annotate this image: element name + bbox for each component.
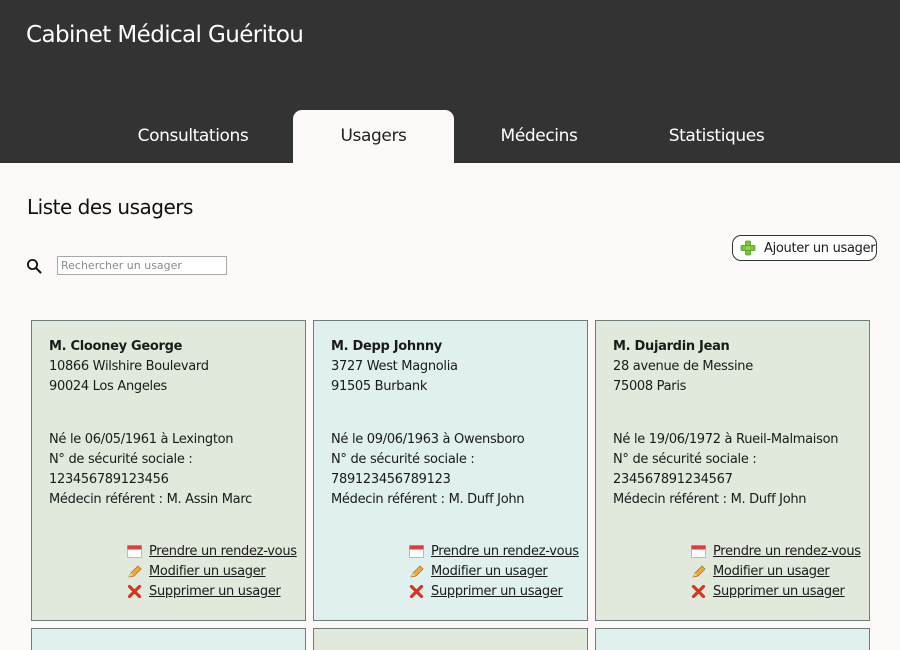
edit-user-link[interactable]: Modifier un usager — [691, 564, 830, 579]
patient-name: M. Clooney George — [49, 339, 183, 354]
patient-card — [595, 628, 870, 650]
patient-card: M. Clooney George 10866 Wilshire Bouleva… — [31, 320, 306, 621]
patient-birth: Né le 06/05/1961 à Lexington — [49, 432, 234, 447]
page-title: Liste des usagers — [27, 195, 193, 219]
delete-user-link[interactable]: Supprimer un usager — [127, 584, 281, 599]
patient-name: M. Depp Johnny — [331, 339, 442, 354]
cross-icon — [127, 585, 142, 598]
patient-card: M. Dujardin Jean 28 avenue de Messine 75… — [595, 320, 870, 621]
tab-medecins[interactable]: Médecins — [464, 110, 614, 163]
appointment-link[interactable]: Prendre un rendez-vous — [127, 544, 297, 559]
patient-doctor: Médecin référent : M. Assin Marc — [49, 492, 252, 507]
tab-statistiques[interactable]: Statistiques — [635, 110, 798, 163]
patient-card: M. Depp Johnny 3727 West Magnolia 91505 … — [313, 320, 588, 621]
delete-user-link[interactable]: Supprimer un usager — [409, 584, 563, 599]
cross-icon — [409, 585, 424, 598]
plus-icon — [740, 240, 756, 256]
tab-usagers[interactable]: Usagers — [293, 110, 454, 163]
patient-address-line1: 28 avenue de Messine — [613, 359, 753, 374]
patient-address-line1: 10866 Wilshire Boulevard — [49, 359, 209, 374]
cross-icon — [691, 585, 706, 598]
patient-ssn-label: N° de sécurité sociale : — [613, 452, 757, 467]
patient-address-line1: 3727 West Magnolia — [331, 359, 458, 374]
appointment-link[interactable]: Prendre un rendez-vous — [691, 544, 861, 559]
patient-name: M. Dujardin Jean — [613, 339, 730, 354]
pencil-icon — [128, 565, 142, 578]
tab-consultations[interactable]: Consultations — [118, 110, 268, 163]
patient-birth: Né le 09/06/1963 à Owensboro — [331, 432, 525, 447]
patient-doctor: Médecin référent : M. Duff John — [331, 492, 525, 507]
patient-ssn-label: N° de sécurité sociale : — [331, 452, 475, 467]
header: Cabinet Médical Guéritou Consultations U… — [0, 0, 900, 163]
patient-ssn: 789123456789123 — [331, 472, 451, 487]
patient-doctor: Médecin référent : M. Duff John — [613, 492, 807, 507]
patient-address-line2: 91505 Burbank — [331, 379, 428, 394]
delete-user-link[interactable]: Supprimer un usager — [691, 584, 845, 599]
edit-user-link[interactable]: Modifier un usager — [409, 564, 548, 579]
patient-ssn-label: N° de sécurité sociale : — [49, 452, 193, 467]
add-user-button[interactable]: Ajouter un usager — [732, 235, 877, 261]
pencil-icon — [692, 565, 706, 578]
patient-ssn: 123456789123456 — [49, 472, 169, 487]
appointment-link[interactable]: Prendre un rendez-vous — [409, 544, 579, 559]
patient-card — [31, 628, 306, 650]
add-user-label: Ajouter un usager — [764, 240, 876, 256]
patient-card — [313, 628, 588, 650]
calendar-icon — [409, 545, 424, 558]
patient-address-line2: 75008 Paris — [613, 379, 687, 394]
patient-address-line2: 90024 Los Angeles — [49, 379, 168, 394]
patient-birth: Né le 19/06/1972 à Rueil-Malmaison — [613, 432, 839, 447]
main-tabs: Consultations Usagers Médecins Statistiq… — [0, 110, 900, 163]
search-icon[interactable] — [26, 258, 42, 274]
calendar-icon — [691, 545, 706, 558]
pencil-icon — [410, 565, 424, 578]
edit-user-link[interactable]: Modifier un usager — [127, 564, 266, 579]
search-input[interactable] — [57, 256, 227, 275]
site-title: Cabinet Médical Guéritou — [26, 22, 304, 48]
calendar-icon — [127, 545, 142, 558]
patient-ssn: 234567891234567 — [613, 472, 733, 487]
